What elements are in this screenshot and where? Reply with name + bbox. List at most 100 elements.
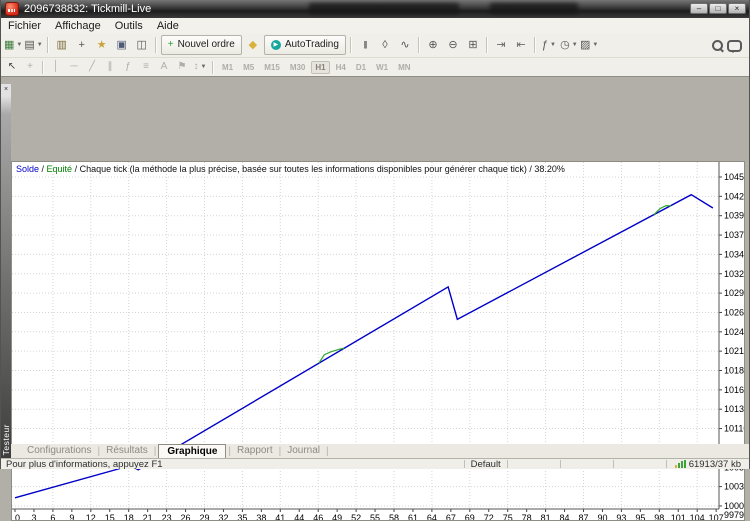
periods-button[interactable]: ◷▼ [560, 36, 578, 54]
dropdown-caret-icon: ▼ [201, 64, 207, 70]
timeframe-m30[interactable]: M30 [286, 61, 310, 74]
vertical-line-button-icon: │ [53, 62, 59, 72]
text-button[interactable]: A [156, 60, 172, 75]
x-axis-label: 35 [237, 513, 247, 520]
market-watch-button[interactable]: ▥ [53, 36, 71, 54]
status-help-text: Pour plus d'informations, appuyez F1 [1, 459, 464, 470]
x-axis-label: 90 [597, 513, 607, 520]
x-axis-label: 55 [370, 513, 380, 520]
x-axis-label: 3 [31, 513, 36, 520]
chart-shift-button[interactable]: ⇤ [512, 36, 530, 54]
legend-method-text: Chaque tick (la méthode la plus précise,… [80, 164, 527, 174]
timeframe-m1[interactable]: M1 [218, 61, 237, 74]
new-order-button[interactable]: +Nouvel ordre [161, 35, 242, 55]
timeframe-h4[interactable]: H4 [332, 61, 350, 74]
tile-windows-button[interactable]: ⊞ [464, 36, 482, 54]
dropdown-caret-icon: ▼ [592, 42, 598, 48]
navigator-button[interactable]: + [73, 36, 91, 54]
x-axis-label: 15 [105, 513, 115, 520]
vertical-line-button[interactable]: │ [48, 60, 64, 75]
x-axis-label: 0 [15, 513, 20, 520]
window-controls: –□× [690, 3, 746, 14]
profiles-button[interactable]: ▤▼ [24, 36, 42, 54]
redacted-title-text [309, 3, 459, 14]
tab-journal[interactable]: Journal [281, 445, 326, 457]
bar-chart-button-icon: ||| [363, 41, 366, 49]
horizontal-line-button[interactable]: ─ [66, 60, 82, 75]
zoom-out-button[interactable]: ⊖ [444, 36, 462, 54]
toolbar-separator [486, 37, 488, 53]
x-axis-label: 41 [275, 513, 285, 520]
timeframe-m5[interactable]: M5 [239, 61, 258, 74]
timeframe-m15[interactable]: M15 [260, 61, 284, 74]
autotrading-button[interactable]: ▶AutoTrading [264, 35, 346, 55]
x-axis-label: 67 [446, 513, 456, 520]
arrows-button[interactable]: ↕▼ [192, 60, 208, 75]
maximize-button[interactable]: □ [709, 3, 727, 14]
candlestick-chart-button-icon: ◊ [382, 40, 387, 51]
tab-graphique[interactable]: Graphique [158, 444, 226, 459]
auto-scroll-button[interactable]: ⇥ [492, 36, 510, 54]
tester-tabs-bar: Configurations|Résultats|Graphique|Rappo… [11, 444, 749, 458]
y-axis-label: 10189 [724, 366, 744, 376]
menu-bar: FichierAffichageOutilsAide [1, 18, 749, 34]
cursor-button-icon: ↖ [8, 62, 16, 72]
strategy-tester-button[interactable]: ◫ [133, 36, 151, 54]
zoom-in-button[interactable]: ⊕ [424, 36, 442, 54]
objects-list-button[interactable]: ≡ [138, 60, 154, 75]
title-bar: 2096738832: Tickmill-Live –□× [1, 0, 749, 18]
indicators-button[interactable]: ƒ▼ [540, 36, 558, 54]
timeframe-d1[interactable]: D1 [352, 61, 370, 74]
x-axis-label: 6 [50, 513, 55, 520]
x-axis-label: 64 [427, 513, 437, 520]
tester-panel-label: Testeur [1, 424, 11, 455]
line-chart-button[interactable]: ∿ [396, 36, 414, 54]
new-chart-button[interactable]: ▦▼ [4, 36, 22, 54]
x-axis-label: 58 [389, 513, 399, 520]
timeframe-mn[interactable]: MN [394, 61, 414, 74]
terminal-button[interactable]: ▣ [113, 36, 131, 54]
text-label-button-icon: ⚑ [178, 62, 187, 72]
timeframe-h1[interactable]: H1 [311, 61, 329, 74]
zoom-in-button-icon: ⊕ [428, 40, 437, 51]
tab-rapport[interactable]: Rapport [231, 445, 279, 457]
favorites-button[interactable]: ★ [93, 36, 111, 54]
x-axis-label: 107 [709, 513, 724, 520]
x-axis-label: 72 [484, 513, 494, 520]
toolbar-standard: ▦▼▤▼ ▥ +★▣◫ +Nouvel ordre◆▶AutoTrading ||| ◊ ∿… [1, 33, 749, 58]
dropdown-caret-icon: ▼ [37, 42, 43, 48]
text-label-button[interactable]: ⚑ [174, 60, 190, 75]
expert-advisors-button[interactable]: ◆ [244, 36, 262, 54]
market-watch-button-icon: ▥ [57, 40, 67, 51]
chat-icon[interactable] [727, 40, 742, 52]
close-button[interactable]: × [728, 3, 746, 14]
arrows-button-icon: ↕ [194, 62, 199, 72]
crosshair-button[interactable]: + [22, 60, 38, 75]
window-title: 2096738832: Tickmill-Live [24, 3, 151, 15]
periods-button-icon: ◷ [560, 40, 570, 51]
menu-affichage[interactable]: Affichage [48, 19, 108, 33]
legend-balance-label: Solde [16, 164, 39, 174]
menu-fichier[interactable]: Fichier [1, 19, 48, 33]
close-tester-icon[interactable]: × [1, 85, 11, 95]
fibonacci-button[interactable]: ƒ [120, 60, 136, 75]
cursor-button[interactable]: ↖ [4, 60, 20, 75]
trendline-button[interactable]: ╱ [84, 60, 100, 75]
candlestick-chart-button[interactable]: ◊ [376, 36, 394, 54]
tab-resultats[interactable]: Résultats [100, 445, 154, 457]
timeframe-w1[interactable]: W1 [372, 61, 392, 74]
menu-outils[interactable]: Outils [108, 19, 150, 33]
tab-configurations[interactable]: Configurations [21, 445, 97, 457]
tester-panel-strip[interactable]: × Testeur [1, 84, 11, 458]
connection-bars-icon [675, 460, 686, 468]
toolbar-line-studies: ↖ + │ ─╱∥ƒ≡A ⚑ ↕▼ M1M5M15M30H1H4D1W1MN [1, 58, 749, 77]
templates-button[interactable]: ▨▼ [580, 36, 598, 54]
x-axis-label: 52 [351, 513, 361, 520]
bar-chart-button[interactable]: ||| [356, 36, 374, 54]
menu-aide[interactable]: Aide [150, 19, 186, 33]
status-profile[interactable]: Default [465, 459, 507, 470]
search-icon[interactable] [712, 40, 723, 51]
client-area: Solde / Equité / Chaque tick (la méthode… [1, 76, 749, 444]
minimize-button[interactable]: – [690, 3, 708, 14]
equidistant-channel-button[interactable]: ∥ [102, 60, 118, 75]
